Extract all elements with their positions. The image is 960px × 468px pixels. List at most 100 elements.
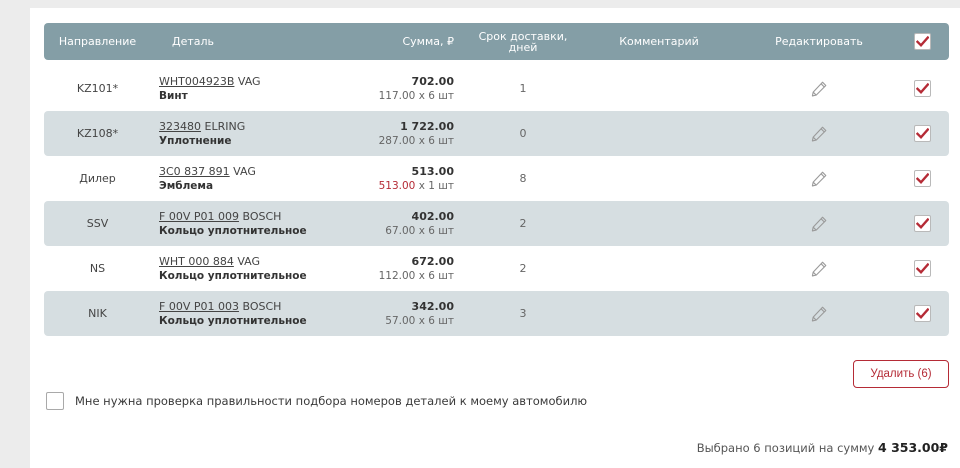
checkmark-icon — [915, 172, 929, 185]
select-all-checkbox[interactable] — [912, 23, 932, 60]
table-row: Дилер 3C0 837 891 VAG Эмблема 513.00 513… — [44, 156, 949, 201]
pencil-icon — [811, 261, 827, 276]
row-total: 342.00 — [411, 299, 454, 313]
select-all-check-box[interactable] — [913, 33, 931, 50]
row-part-code-line: WHT 000 884 VAG — [159, 254, 260, 269]
row-select[interactable] — [912, 66, 932, 111]
row-unit-price-line: 513.00 х 1 шт — [379, 179, 454, 194]
table-row: SSV F 00V P01 009 BOSCH Кольцо уплотните… — [44, 201, 949, 246]
row-edit-button[interactable] — [809, 156, 829, 201]
checkmark-icon — [915, 127, 929, 140]
part-number-link[interactable]: WHT 000 884 — [159, 255, 234, 268]
row-sum: 1 722.00 287.00 х 6 шт — [344, 111, 454, 156]
row-part: WHT 000 884 VAG Кольцо уплотнительное — [159, 246, 307, 291]
pencil-icon — [811, 126, 827, 141]
part-number-link[interactable]: 3C0 837 891 — [159, 165, 230, 178]
row-part-code-line: 323480 ELRING — [159, 119, 245, 134]
row-select[interactable] — [912, 291, 932, 336]
part-number-link[interactable]: F 00V P01 003 — [159, 300, 239, 313]
quantity: х 6 шт — [415, 89, 454, 102]
row-unit-price-line: 117.00 х 6 шт — [379, 89, 454, 104]
verify-option[interactable]: Мне нужна проверка правильности подбора … — [46, 392, 587, 410]
selection-summary: Выбрано 6 позиций на сумму 4 353.00₽ — [697, 440, 948, 455]
part-brand: BOSCH — [238, 299, 282, 313]
unit-price: 287.00 — [378, 134, 416, 147]
row-edit-button[interactable] — [809, 111, 829, 156]
row-sum: 672.00 112.00 х 6 шт — [344, 246, 454, 291]
row-part: 3C0 837 891 VAG Эмблема — [159, 156, 256, 201]
verify-label: Мне нужна проверка правильности подбора … — [75, 394, 588, 408]
row-select[interactable] — [912, 201, 932, 246]
row-edit-button[interactable] — [809, 201, 829, 246]
row-checkbox[interactable] — [913, 125, 931, 142]
quantity: х 1 шт — [415, 179, 454, 192]
row-select[interactable] — [912, 111, 932, 156]
unit-price: 67.00 — [385, 224, 416, 237]
header-delivery-line1: Срок доставки, — [478, 29, 568, 43]
verify-checkbox[interactable] — [46, 392, 64, 410]
row-total: 513.00 — [411, 164, 454, 178]
row-delivery-days: 1 — [519, 82, 527, 95]
row-select[interactable] — [912, 156, 932, 201]
row-unit-price-line: 57.00 х 6 шт — [385, 314, 454, 329]
header-sum: Сумма, ₽ — [402, 35, 454, 48]
part-name: Кольцо уплотнительное — [159, 269, 307, 282]
part-brand: VAG — [234, 74, 261, 88]
table-row: NS WHT 000 884 VAG Кольцо уплотнительное… — [44, 246, 949, 291]
checkmark-icon — [915, 307, 929, 320]
row-unit-price-line: 287.00 х 6 шт — [379, 134, 454, 149]
table-row: KZ101* WHT004923B VAG Винт 702.00 117.00… — [44, 66, 949, 111]
row-delivery-days: 2 — [519, 262, 527, 275]
row-total: 402.00 — [411, 209, 454, 223]
pencil-icon — [811, 216, 827, 231]
header-part: Деталь — [172, 35, 215, 48]
delete-selected-button[interactable]: Удалить (6) — [853, 360, 949, 388]
row-total: 1 722.00 — [400, 119, 454, 133]
header-comment: Комментарий — [619, 35, 699, 48]
row-unit-price-line: 112.00 х 6 шт — [379, 269, 454, 284]
row-part-code-line: 3C0 837 891 VAG — [159, 164, 256, 179]
row-checkbox[interactable] — [913, 170, 931, 187]
row-checkbox[interactable] — [913, 305, 931, 322]
row-delivery-days: 3 — [519, 307, 527, 320]
pencil-icon — [811, 81, 827, 96]
row-edit-button[interactable] — [809, 291, 829, 336]
part-number-link[interactable]: 323480 — [159, 120, 201, 133]
row-part-code-line: WHT004923B VAG — [159, 74, 261, 89]
unit-price: 57.00 — [385, 314, 416, 327]
row-select[interactable] — [912, 246, 932, 291]
part-brand: BOSCH — [238, 209, 282, 223]
row-unit-price-line: 67.00 х 6 шт — [385, 224, 454, 239]
row-part: WHT004923B VAG Винт — [159, 66, 261, 111]
part-number-link[interactable]: F 00V P01 009 — [159, 210, 239, 223]
header-direction: Направление — [58, 35, 137, 48]
row-edit-button[interactable] — [809, 246, 829, 291]
row-checkbox[interactable] — [913, 80, 931, 97]
part-name: Кольцо уплотнительное — [159, 314, 307, 327]
row-part-code-line: F 00V P01 009 BOSCH — [159, 209, 281, 224]
part-brand: ELRING — [201, 119, 246, 133]
row-sum: 513.00 513.00 х 1 шт — [344, 156, 454, 201]
row-direction: NIK — [88, 307, 107, 320]
row-total: 672.00 — [411, 254, 454, 268]
order-panel: Направление Деталь Сумма, ₽ Срок доставк… — [30, 8, 960, 468]
part-number-link[interactable]: WHT004923B — [159, 75, 234, 88]
row-checkbox[interactable] — [913, 260, 931, 277]
part-brand: VAG — [229, 164, 256, 178]
quantity: х 6 шт — [415, 269, 454, 282]
summary-amount: 4 353.00₽ — [878, 440, 948, 455]
part-name: Винт — [159, 89, 188, 102]
quantity: х 6 шт — [415, 314, 454, 327]
part-name: Уплотнение — [159, 134, 232, 147]
row-direction: KZ108* — [76, 127, 119, 140]
pencil-icon — [811, 171, 827, 186]
parts-table: Направление Деталь Сумма, ₽ Срок доставк… — [44, 23, 949, 336]
quantity: х 6 шт — [415, 224, 454, 237]
row-sum: 342.00 57.00 х 6 шт — [344, 291, 454, 336]
table-header: Направление Деталь Сумма, ₽ Срок доставк… — [44, 23, 949, 60]
part-name: Эмблема — [159, 179, 214, 192]
row-direction: KZ101* — [76, 82, 119, 95]
row-direction: NS — [89, 262, 106, 275]
row-edit-button[interactable] — [809, 66, 829, 111]
row-checkbox[interactable] — [913, 215, 931, 232]
